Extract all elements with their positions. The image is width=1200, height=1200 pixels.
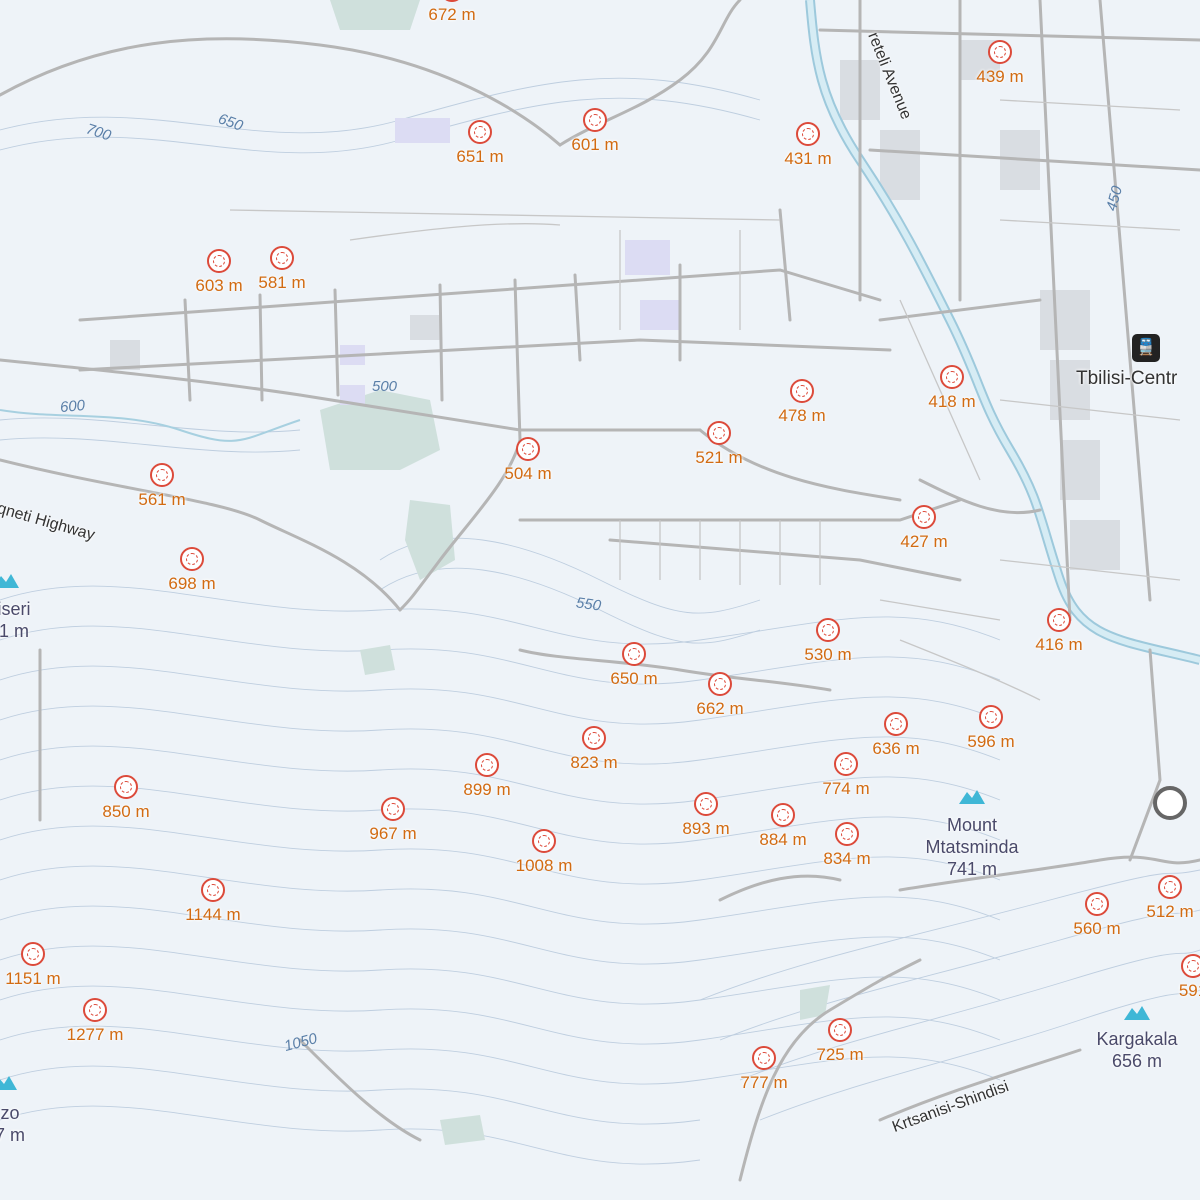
spot-elevation-marker[interactable]: [114, 775, 138, 799]
spot-elevation-marker[interactable]: [475, 753, 499, 777]
spot-elevation-marker[interactable]: [622, 642, 646, 666]
spot-elevation-marker[interactable]: [912, 505, 936, 529]
spot-elevation-marker[interactable]: [771, 803, 795, 827]
spot-elevation-marker[interactable]: [1085, 892, 1109, 916]
peak-icon[interactable]: [0, 572, 19, 588]
spot-elevation-marker[interactable]: [796, 122, 820, 146]
spot-elevation-marker[interactable]: [381, 797, 405, 821]
spot-elevation-marker[interactable]: [884, 712, 908, 736]
spot-elevation-marker[interactable]: [83, 998, 107, 1022]
spot-elevation-marker[interactable]: [150, 463, 174, 487]
spot-elevation-marker[interactable]: [828, 1018, 852, 1042]
spot-elevation-marker[interactable]: [790, 379, 814, 403]
peak-icon[interactable]: [959, 788, 985, 804]
terrain-layer: [0, 0, 1200, 1200]
spot-elevation-marker[interactable]: [834, 752, 858, 776]
spot-elevation-marker[interactable]: [201, 878, 225, 902]
spot-elevation-marker[interactable]: [516, 437, 540, 461]
spot-elevation-marker[interactable]: [207, 249, 231, 273]
spot-elevation-marker[interactable]: [270, 246, 294, 270]
spot-elevation-marker[interactable]: [752, 1046, 776, 1070]
spot-elevation-marker[interactable]: [1158, 875, 1182, 899]
spot-elevation-marker[interactable]: [468, 120, 492, 144]
spot-elevation-marker[interactable]: [180, 547, 204, 571]
spot-elevation-marker[interactable]: [816, 618, 840, 642]
map-canvas[interactable]: 650 700 500 600 550 450 1050 reteli Aven…: [0, 0, 1200, 1200]
spot-elevation-marker[interactable]: [988, 40, 1012, 64]
spot-elevation-marker[interactable]: [1181, 954, 1200, 978]
spot-elevation-marker[interactable]: [21, 942, 45, 966]
spot-elevation-marker[interactable]: [979, 705, 1003, 729]
spot-elevation-marker[interactable]: [1047, 608, 1071, 632]
current-location-icon[interactable]: [1153, 786, 1187, 820]
spot-elevation-marker[interactable]: [583, 108, 607, 132]
spot-elevation-marker[interactable]: [940, 365, 964, 389]
spot-elevation-marker[interactable]: [707, 421, 731, 445]
spot-elevation-marker[interactable]: [532, 829, 556, 853]
train-icon[interactable]: 🚆: [1132, 334, 1160, 362]
spot-elevation-marker[interactable]: [708, 672, 732, 696]
peak-icon[interactable]: [1124, 1004, 1150, 1020]
peak-icon[interactable]: [0, 1074, 17, 1090]
spot-elevation-marker[interactable]: [582, 726, 606, 750]
spot-elevation-marker[interactable]: [835, 822, 859, 846]
spot-elevation-marker[interactable]: [694, 792, 718, 816]
